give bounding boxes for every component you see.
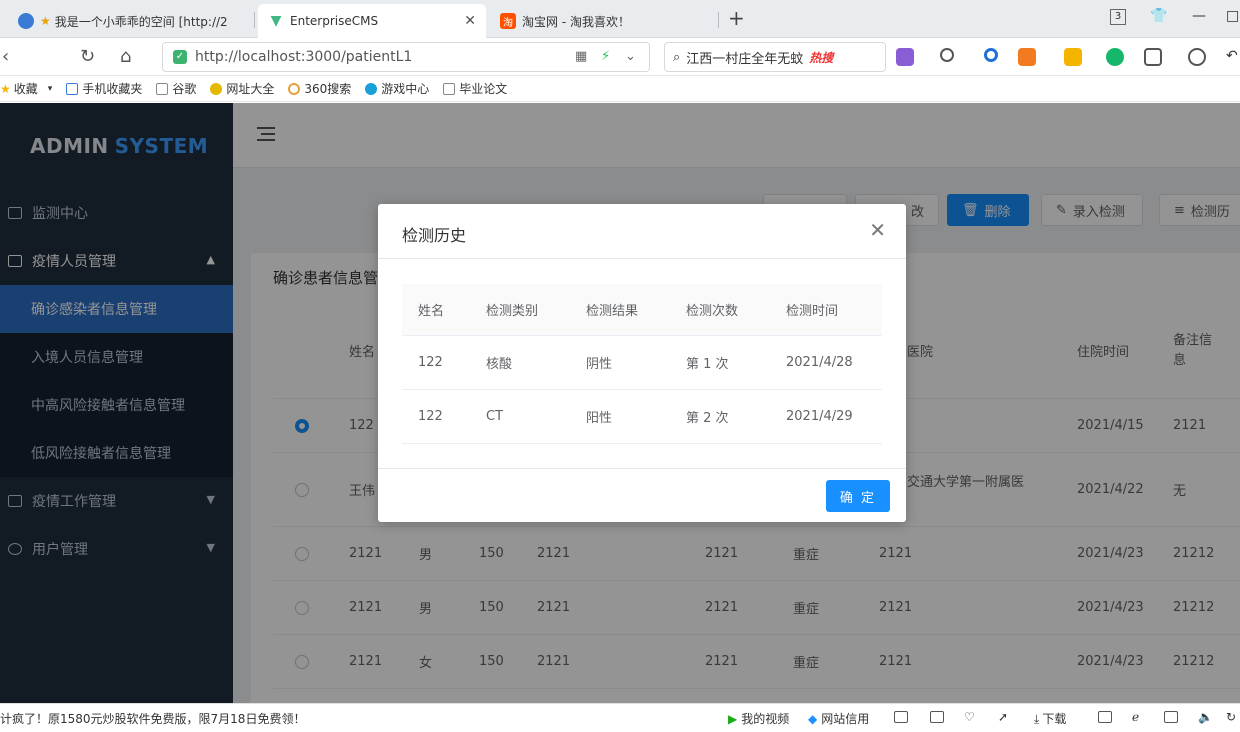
qr-code-icon[interactable]: ▦ (575, 49, 587, 64)
close-tab-icon[interactable]: ✕ (464, 13, 476, 29)
hot-search-badge: 热搜 (809, 50, 834, 65)
play-icon: ▶ (728, 712, 738, 726)
heart-icon[interactable]: ♡ (964, 710, 975, 724)
tab-count-badge[interactable]: 3 (1110, 9, 1126, 25)
bookmark-item[interactable]: 谷歌 (156, 80, 196, 97)
download-item[interactable]: ⤓ 下载 (1034, 710, 1066, 727)
page-icon (443, 82, 456, 95)
divider (378, 258, 906, 259)
fox-icon[interactable] (1018, 48, 1036, 66)
my-video-item[interactable]: ▶ 我的视频 (728, 710, 789, 727)
search-text: 江西一村庄全年无蚊 (686, 51, 804, 67)
image-icon[interactable] (930, 710, 944, 724)
browser-status-bar: 计疯了！原1580元炒股软件免费版，限7月18日免费领！ ▶ 我的视频 ◆ 网站信用… (0, 703, 1240, 732)
dialog-title: 检测历史 (402, 226, 467, 245)
maximize-icon[interactable]: □ (1226, 8, 1239, 24)
secure-shield-icon: ✓ (173, 50, 187, 64)
site-credit-item[interactable]: ◆ 网站信用 (808, 710, 869, 727)
star-icon: ★ (40, 14, 51, 28)
translate-icon[interactable] (896, 48, 914, 66)
browser-tab-1[interactable]: ★ 我是一个小乖乖的空间 [http://2 (8, 4, 248, 38)
browser-tab-bar: ★ 我是一个小乖乖的空间 [http://2 ▼ EnterpriseCMS ✕… (0, 0, 1240, 38)
search-icon: ⌕ (673, 49, 681, 65)
close-icon[interactable]: ✕ (869, 220, 886, 240)
history-table: 姓名 检测类别 检测结果 检测次数 检测时间 122 核酸 阴性 第 1 次 2… (402, 284, 882, 444)
skin-icon[interactable]: 👕 (1150, 8, 1167, 24)
green-circle-icon[interactable] (1106, 48, 1124, 66)
tab-title: 淘宝网 - 淘我喜欢！ (522, 14, 630, 29)
game-icon (365, 82, 378, 95)
phone-icon (66, 82, 79, 95)
bookmark-item[interactable]: 手机收藏夹 (66, 80, 142, 97)
window-icon[interactable] (1164, 710, 1178, 724)
magnifier-icon[interactable] (984, 48, 998, 62)
scissors-icon[interactable] (940, 48, 954, 62)
divider (378, 468, 906, 469)
browser-tab-3[interactable]: 淘 淘宝网 - 淘我喜欢！ (490, 4, 718, 38)
address-bar[interactable]: ✓ http://localhost:3000/patientL1 ▦ ⚡ ⌄ (162, 42, 650, 72)
minimize-icon[interactable]: — (1192, 8, 1206, 24)
back-icon[interactable]: ‹ (2, 46, 9, 67)
new-tab-icon[interactable]: + (728, 6, 745, 30)
site-icon (210, 82, 223, 95)
ie-icon[interactable]: ℯ (1132, 710, 1139, 724)
undo-icon[interactable]: ↶ (1226, 48, 1240, 66)
drop-icon: ◆ (808, 712, 818, 726)
360-icon (288, 82, 301, 95)
news-ticker[interactable]: 计疯了！原1580元炒股软件免费版，限7月18日免费领！ (0, 710, 305, 727)
tab-title: 我是一个小乖乖的空间 [http://2 (54, 14, 228, 29)
taobao-icon: 淘 (500, 13, 516, 29)
brightness-icon[interactable] (1188, 48, 1206, 66)
apps-grid-icon[interactable] (1144, 48, 1162, 66)
browser-logo-icon (18, 13, 34, 29)
bookmark-item[interactable]: 毕业论文 (443, 80, 507, 97)
history-row: 122 核酸 阴性 第 1 次 2021/4/28 (402, 336, 882, 390)
history-row: 122 CT 阳性 第 2 次 2021/4/29 (402, 390, 882, 444)
bookmarks-bar: ★ 收藏 ▾ 手机收藏夹 谷歌 网址大全 360搜索 游戏中心 毕业论文 (0, 76, 1240, 102)
vue-logo-icon: ▼ (270, 13, 282, 29)
tab-title: EnterpriseCMS (290, 14, 379, 28)
rocket-icon[interactable]: ➚ (998, 710, 1008, 724)
confirm-button[interactable]: 确 定 (826, 480, 890, 512)
bookmark-item[interactable]: 360搜索 (288, 80, 351, 97)
browser-tab-2[interactable]: ▼ EnterpriseCMS ✕ (258, 4, 486, 38)
bookmark-favorites[interactable]: ★ 收藏 ▾ (0, 80, 52, 97)
test-history-dialog: 检测历史 ✕ 姓名 检测类别 检测结果 检测次数 检测时间 122 核酸 阴性 … (378, 204, 906, 522)
star-icon: ★ (0, 81, 11, 96)
volume-icon[interactable]: 🔈 (1198, 710, 1213, 724)
coin-icon[interactable] (1064, 48, 1082, 66)
browser-nav-bar: ‹ ↻ ⌂ ✓ http://localhost:3000/patientL1 … (0, 38, 1240, 76)
search-box[interactable]: ⌕ 江西一村庄全年无蚊 热搜 (664, 42, 886, 72)
lightning-icon[interactable]: ⚡ (601, 49, 610, 64)
refresh-icon[interactable]: ↻ (80, 46, 95, 67)
download-icon: ⤓ (1034, 712, 1040, 726)
chevron-down-icon[interactable]: ⌄ (625, 49, 636, 64)
shield-icon[interactable] (894, 710, 908, 724)
bookmark-item[interactable]: 网址大全 (210, 80, 274, 97)
home-icon[interactable]: ⌂ (120, 46, 131, 67)
page-icon (156, 82, 169, 95)
url-text[interactable]: http://localhost:3000/patientL1 (195, 49, 412, 65)
history-table-header: 姓名 检测类别 检测结果 检测次数 检测时间 (402, 284, 882, 336)
bookmark-item[interactable]: 游戏中心 (365, 80, 429, 97)
gamepad-icon[interactable] (1098, 710, 1112, 724)
sync-icon[interactable]: ↻ (1226, 710, 1236, 724)
